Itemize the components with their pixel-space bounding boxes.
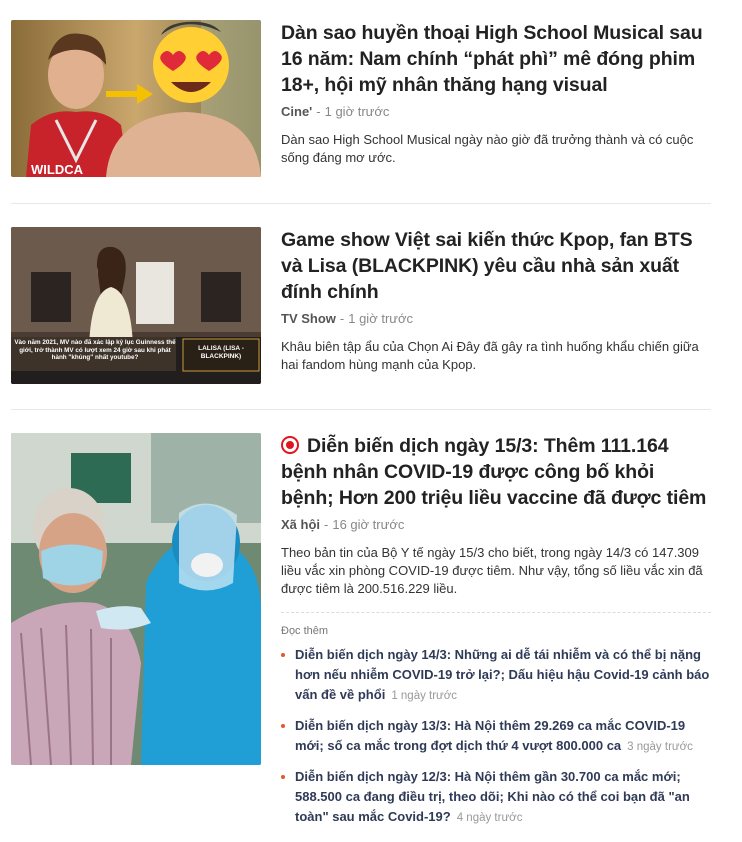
- article-time: 1 giờ trước: [324, 104, 390, 119]
- article-meta: Xã hội -16 giờ trước: [281, 517, 711, 532]
- article-title[interactable]: Diễn biến dịch ngày 15/3: Thêm 111.164 b…: [281, 433, 711, 511]
- article-card: Diễn biến dịch ngày 15/3: Thêm 111.164 b…: [11, 433, 711, 838]
- meta-separator: -: [324, 517, 329, 532]
- article-category[interactable]: Cine': [281, 104, 312, 119]
- thumbnail-badge: LALISA (LISA - BLACKPINK): [198, 345, 244, 360]
- related-list: Diễn biến dịch ngày 14/3: Những ai dễ tá…: [281, 645, 711, 828]
- related-title[interactable]: Diễn biến dịch ngày 14/3: Những ai dễ tá…: [295, 647, 709, 702]
- article-meta: Cine' -1 giờ trước: [281, 104, 711, 119]
- article-card: Vào năm 2021, MV nào đã xác lập kỷ lục G…: [11, 227, 711, 385]
- jersey-text: WILDCA: [31, 162, 84, 177]
- article-title-text[interactable]: Diễn biến dịch ngày 15/3: Thêm 111.164 b…: [281, 435, 706, 509]
- article-summary: Theo bản tin của Bộ Y tế ngày 15/3 cho b…: [281, 545, 703, 596]
- article-category[interactable]: TV Show: [281, 311, 336, 326]
- news-feed: WILDCA Dàn sao huyền thoại High School M…: [0, 0, 742, 842]
- live-indicator-icon: [281, 436, 299, 454]
- related-time: 1 ngày trước: [391, 690, 458, 702]
- article-title[interactable]: Game show Việt sai kiến thức Kpop, fan B…: [281, 227, 711, 305]
- article-category[interactable]: Xã hội: [281, 517, 320, 532]
- related-item: Diễn biến dịch ngày 13/3: Hà Nội thêm 29…: [281, 716, 711, 757]
- related-item: Diễn biến dịch ngày 14/3: Những ai dễ tá…: [281, 645, 711, 706]
- related-time: 4 ngày trước: [456, 812, 523, 824]
- divider: [11, 203, 711, 204]
- meta-separator: -: [339, 311, 345, 326]
- divider: [11, 409, 711, 410]
- related-label: Đọc thêm: [281, 625, 329, 637]
- article-title[interactable]: Dàn sao huyền thoại High School Musical …: [281, 20, 711, 98]
- article-thumbnail[interactable]: WILDCA: [11, 20, 261, 177]
- article-time: 16 giờ trước: [332, 517, 405, 532]
- article-summary: Dàn sao High School Musical ngày nào giờ…: [281, 132, 694, 165]
- article-card: WILDCA Dàn sao huyền thoại High School M…: [11, 20, 711, 178]
- meta-separator: -: [316, 104, 321, 119]
- article-summary: Khâu biên tập ẩu của Chọn Ai Đây đã gây …: [281, 339, 699, 372]
- article-time: 1 giờ trước: [348, 311, 413, 326]
- related-item: Diễn biến dịch ngày 12/3: Hà Nội thêm gầ…: [281, 767, 711, 828]
- article-thumbnail[interactable]: Vào năm 2021, MV nào đã xác lập kỷ lục G…: [11, 227, 261, 384]
- article-meta: TV Show -1 giờ trước: [281, 311, 711, 326]
- article-thumbnail[interactable]: [11, 433, 261, 765]
- thumbnail-caption: Vào năm 2021, MV nào đã xác lập kỷ lục G…: [14, 339, 176, 361]
- related-articles: Đọc thêm Diễn biến dịch ngày 14/3: Những…: [281, 612, 711, 828]
- related-time: 3 ngày trước: [627, 741, 693, 753]
